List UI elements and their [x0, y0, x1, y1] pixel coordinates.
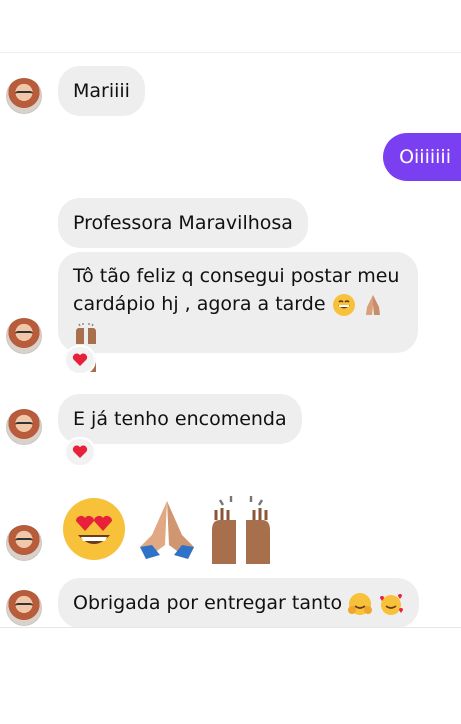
folded-hands-icon: [365, 294, 380, 315]
hugging-face-icon: [348, 592, 373, 615]
outgoing-message-bubble[interactable]: Oiiiiiii: [383, 133, 461, 181]
incoming-message-bubble[interactable]: Tô tão feliz q consegui postar meu cardá…: [58, 252, 418, 372]
message-text: Mariiii: [73, 80, 130, 102]
incoming-message-bubble[interactable]: Professora Maravilhosa: [58, 198, 308, 248]
message-text: Professora Maravilhosa: [73, 212, 293, 234]
incoming-message-bubble[interactable]: E já tenho encomenda: [58, 394, 302, 444]
bottom-divider: [0, 627, 461, 628]
message-text: Oiiiiiii: [399, 146, 451, 168]
heart-eyes-icon: [63, 498, 125, 560]
avatar[interactable]: [6, 318, 42, 354]
raising-hands-icon: [76, 322, 96, 344]
top-divider: [0, 52, 461, 53]
red-heart-icon: [72, 353, 88, 366]
grinning-face-icon: [332, 293, 355, 316]
avatar[interactable]: [6, 525, 42, 561]
message-text: E já tenho encomenda: [73, 408, 287, 430]
avatar[interactable]: [6, 78, 42, 114]
smiling-face-with-hearts-icon: [380, 593, 404, 615]
folded-hands-icon: [140, 501, 194, 559]
avatar[interactable]: [6, 590, 42, 626]
avatar[interactable]: [6, 409, 42, 445]
reaction-badge[interactable]: [64, 437, 96, 467]
large-emoji-message[interactable]: [60, 492, 276, 566]
incoming-message-bubble[interactable]: Mariiii: [58, 66, 145, 116]
reaction-badge[interactable]: [64, 345, 96, 375]
incoming-message-bubble[interactable]: Obrigada por entregar tanto: [58, 578, 420, 628]
red-heart-icon: [72, 445, 88, 458]
message-text: Obrigada por entregar tanto: [73, 592, 343, 614]
raising-hands-icon: [212, 496, 270, 564]
